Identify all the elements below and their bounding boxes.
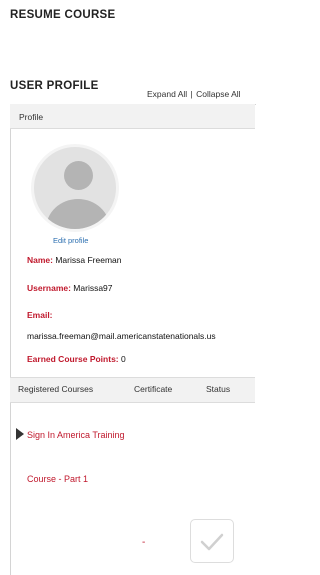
tab-status[interactable]: Status bbox=[206, 384, 230, 394]
avatar-body-shape bbox=[46, 199, 110, 229]
username-field: Username: Marissa97 bbox=[27, 283, 113, 293]
edit-profile-link[interactable]: Edit profile bbox=[53, 236, 88, 245]
points-value: 0 bbox=[118, 354, 126, 364]
username-value: Marissa97 bbox=[70, 283, 113, 293]
name-value: Marissa Freeman bbox=[52, 255, 122, 265]
status-checkbox[interactable] bbox=[190, 519, 234, 563]
profile-panel-header[interactable] bbox=[10, 104, 255, 129]
expand-caret-icon[interactable] bbox=[16, 428, 24, 440]
avatar bbox=[31, 144, 119, 232]
email-value: marissa.freeman@mail.americanstatenation… bbox=[27, 331, 216, 341]
user-profile-heading: USER PROFILE bbox=[10, 80, 99, 92]
email-field: Email: bbox=[27, 310, 53, 320]
collapse-all-link[interactable]: Collapse All bbox=[196, 89, 240, 99]
tab-registered-courses[interactable]: Registered Courses bbox=[18, 384, 93, 394]
name-field: Name: Marissa Freeman bbox=[27, 255, 121, 265]
course-title-link[interactable]: Sign In America Training bbox=[27, 430, 125, 440]
name-label: Name: bbox=[27, 255, 53, 265]
points-label: Earned Course Points: bbox=[27, 354, 119, 364]
email-label: Email: bbox=[27, 310, 53, 320]
resume-course-heading[interactable]: RESUME COURSE bbox=[10, 9, 116, 21]
points-field: Earned Course Points: 0 bbox=[27, 354, 126, 364]
expand-collapse-controls: Expand All | Collapse All bbox=[147, 89, 241, 99]
checkmark-icon bbox=[200, 533, 224, 551]
module-title-link[interactable]: Course - Part 1 bbox=[27, 474, 88, 484]
certificate-value: - bbox=[142, 537, 146, 548]
avatar-head-shape bbox=[64, 161, 93, 190]
separator: | bbox=[190, 89, 193, 99]
tab-certificate[interactable]: Certificate bbox=[134, 384, 172, 394]
username-label: Username: bbox=[27, 283, 71, 293]
expand-all-link[interactable]: Expand All bbox=[147, 89, 187, 99]
profile-panel-title: Profile bbox=[19, 112, 44, 122]
